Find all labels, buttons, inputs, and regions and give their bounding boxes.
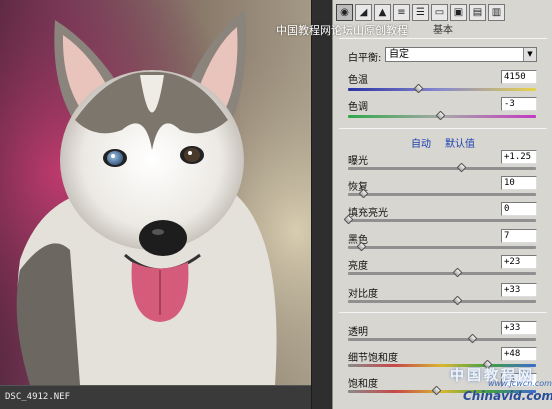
vibrance-input[interactable]: +48 [501,347,537,361]
contrast-input[interactable]: +33 [501,283,537,297]
temperature-slider-thumb[interactable] [413,83,423,94]
brightness-slider[interactable] [348,267,536,278]
aperture-icon[interactable]: ◉ [336,4,353,21]
saturation-label: 饱和度 [348,379,378,390]
fill-light-input[interactable]: 0 [501,202,537,216]
white-balance-label: 白平衡: [348,53,382,64]
saturation-input[interactable]: -6 [501,373,537,387]
split-tone-icon[interactable]: ☰ [412,4,429,21]
divider [339,312,547,313]
watermark-text: 中国教程网论坛山原创教程 [276,24,408,37]
divider [339,128,547,129]
clarity-slider-thumb[interactable] [467,333,478,344]
presets-icon[interactable]: ▤ [469,4,486,21]
exposure-slider[interactable] [348,162,536,173]
recovery-slider[interactable] [348,188,536,199]
clarity-slider[interactable] [348,333,536,344]
tint-slider-thumb[interactable] [435,110,446,121]
contrast-slider-thumb[interactable] [452,295,463,306]
vibrance-slider[interactable] [348,359,536,370]
divider [339,38,547,39]
hsl-icon[interactable]: ≡ [393,4,410,21]
temperature-slider[interactable] [348,83,536,94]
exposure-label: 曝光 [348,156,368,167]
panel-splitter [312,0,332,409]
tone-curve-icon[interactable]: ◢ [355,4,372,21]
saturation-slider-thumb[interactable] [431,385,442,396]
contrast-label: 对比度 [348,289,378,300]
dog-photo [0,0,311,385]
recovery-input[interactable]: 10 [501,176,537,190]
fill-light-label: 填充亮光 [348,208,388,219]
vibrance-label: 细节饱和度 [348,353,398,364]
saturation-slider[interactable] [348,385,536,396]
lens-icon[interactable]: ▭ [431,4,448,21]
blacks-input[interactable]: 7 [501,229,537,243]
brightness-input[interactable]: +23 [501,255,537,269]
white-balance-value: 自定 [389,49,409,60]
auto-link[interactable]: 自动 [411,135,431,150]
snapshot-icon[interactable]: ▥ [488,4,505,21]
tint-slider[interactable] [348,110,536,121]
brightness-label: 亮度 [348,261,368,272]
temperature-label: 色温 [348,75,368,86]
brightness-slider-thumb[interactable] [452,267,463,278]
tint-input[interactable]: -3 [501,97,537,111]
default-link[interactable]: 默认值 [445,135,475,150]
chevron-down-icon[interactable]: ▼ [523,48,536,61]
clarity-input[interactable]: +33 [501,321,537,335]
vibrance-slider-thumb[interactable] [482,359,493,370]
tint-label: 色调 [348,102,368,113]
white-balance-select[interactable]: 自定 ▼ [385,47,537,62]
image-preview[interactable]: DSC_4912.NEF [0,0,312,409]
fill-light-slider[interactable] [343,214,536,225]
contrast-slider[interactable] [348,295,536,306]
clarity-label: 透明 [348,327,368,338]
filename-label: DSC_4912.NEF [0,385,311,409]
panel-tab-toolbar: ◉ ◢ ▲ ≡ ☰ ▭ ▣ ▤ ▥ [333,4,552,24]
temperature-input[interactable]: 4150 [501,70,537,84]
detail-icon[interactable]: ▲ [374,4,391,21]
exposure-slider-thumb[interactable] [456,162,467,173]
exposure-input[interactable]: +1.25 [501,150,537,164]
camera-icon[interactable]: ▣ [450,4,467,21]
blacks-slider[interactable] [348,241,536,252]
basic-adjustments-panel: ◉ ◢ ▲ ≡ ☰ ▭ ▣ ▤ ▥ 基本 白平衡: 自定 ▼ 色温 4150 色… [332,0,552,409]
